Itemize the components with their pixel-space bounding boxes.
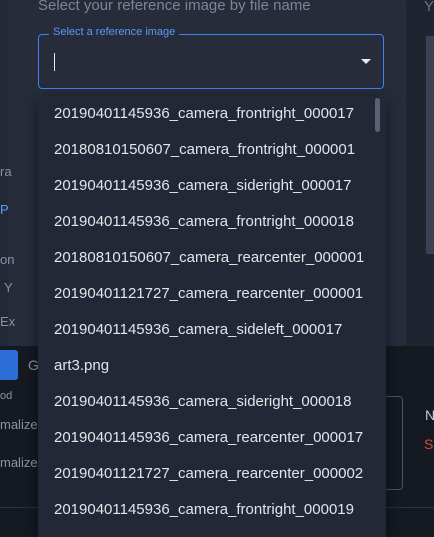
normalize-option[interactable]: malize [0,417,38,432]
dropdown-arrow-icon[interactable] [361,59,371,64]
menu-option[interactable]: 20190401145936_camera_frontright_000018 [38,204,386,240]
menu-option[interactable]: 20190401145936_camera_sideleft_000017 [38,312,386,348]
normalize-option[interactable]: malize [0,455,38,470]
bg-text-fragment: on [0,252,15,267]
menu-option[interactable]: 20180810150607_camera_frontright_000001 [38,132,386,168]
menu-option[interactable]: 20190401145936_camera_sideright_000017 [38,168,386,204]
menu-option[interactable]: 20180810150607_camera_rearcenter_000001 [38,240,386,276]
bg-text-fragment: od [0,390,13,402]
text-caret [54,53,55,71]
right-panel: Y [406,0,434,346]
menu-option[interactable]: 20190401121727_camera_rearcenter_000002 [38,456,386,492]
reference-image-select[interactable]: Select a reference image [38,26,384,89]
menu-option[interactable]: 20190401145936_camera_sideright_000018 [38,384,386,420]
menu-scrollbar[interactable] [375,98,380,132]
bg-text-fragment: ra [0,164,12,179]
menu-option[interactable]: 20190401121727_camera_rearcenter_000001 [38,276,386,312]
select-label: Select a reference image [49,26,180,38]
menu-option[interactable]: 20190401145936_camera_rearcenter_000017 [38,420,386,456]
generate-button[interactable] [0,350,18,380]
bg-tab-fragment[interactable]: P [0,202,9,217]
bg-text-fragment: N [425,407,434,423]
bg-text-fragment: Ex [0,314,16,329]
reference-image-menu: 20190401145936_camera_frontright_000017 … [38,96,386,537]
bg-text-fragment: Y [4,280,13,295]
menu-option[interactable]: art3.png [38,348,386,384]
menu-option[interactable]: 20190401145936_camera_frontright_000019 [38,492,386,528]
error-text-fragment: S [424,436,434,452]
menu-option[interactable]: 20190401145936_camera_frontright_000017 [38,96,386,132]
right-panel-label: Y [424,0,434,15]
select-prompt: Select your reference image by file name [38,0,311,14]
image-preview-strip [426,36,434,254]
